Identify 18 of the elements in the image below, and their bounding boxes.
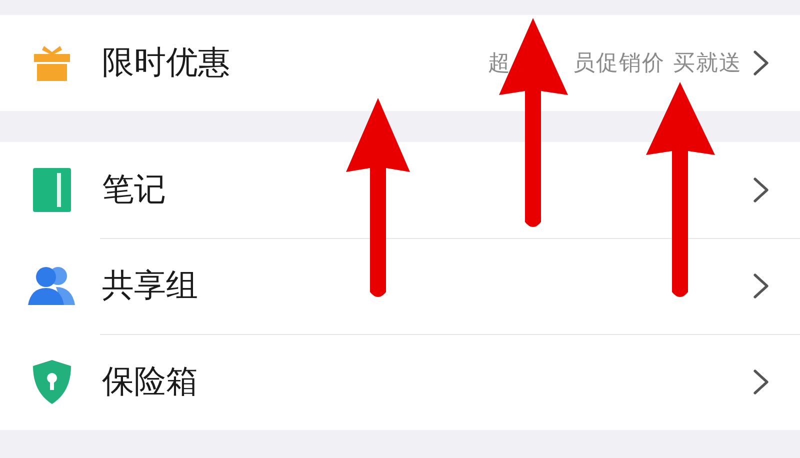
menu-item[interactable]: 限时优惠 超 员促销价 买就送 — [0, 15, 800, 111]
item-label: 笔记 — [102, 169, 167, 210]
chevron-right-icon — [752, 49, 770, 77]
chevron-right-icon — [752, 368, 770, 396]
item-label: 保险箱 — [102, 361, 199, 402]
menu-item[interactable]: 保险箱 — [0, 334, 800, 430]
menu-item[interactable]: 共享组 — [0, 238, 800, 334]
item-label: 共享组 — [102, 265, 199, 306]
promo-text: 员促销价 买就送 — [573, 50, 742, 78]
shield-icon — [33, 360, 71, 404]
item-label: 限时优惠 — [102, 42, 231, 83]
promo-text: 超 — [488, 50, 511, 78]
notebook-icon — [33, 168, 71, 212]
chevron-right-icon — [752, 272, 770, 300]
gift-icon — [32, 44, 72, 82]
chevron-right-icon — [752, 176, 770, 204]
menu-item[interactable]: 笔记 — [0, 142, 800, 238]
users-icon — [28, 265, 76, 307]
